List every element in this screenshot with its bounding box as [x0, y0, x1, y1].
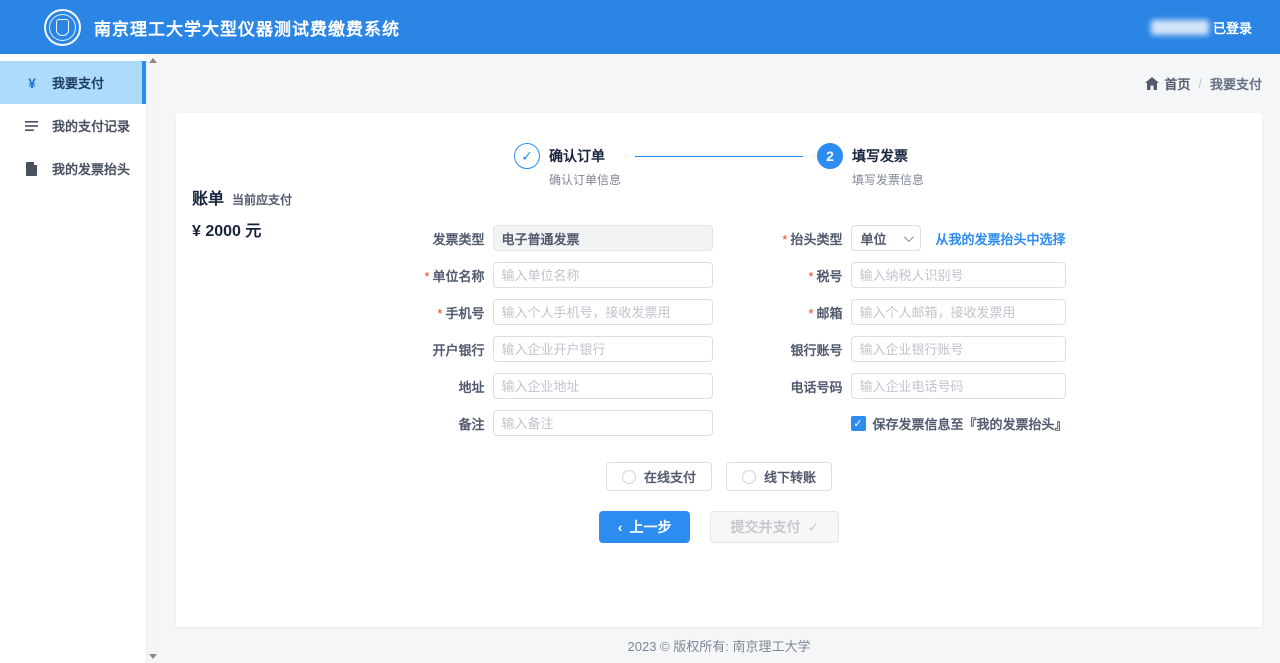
select-value: 单位 — [861, 229, 887, 248]
university-seal-logo — [44, 9, 81, 46]
scroll-up-arrow[interactable] — [149, 58, 157, 63]
invoice-type-field — [493, 225, 713, 251]
invoice-form: 发票类型 *抬头类型 单位 从我的发票抬头中选择 — [176, 225, 1262, 436]
bill-amount: ¥ 2000 元 — [192, 217, 292, 241]
remarks-label: 备注 — [373, 414, 493, 433]
telephone-label: 电话号码 — [753, 377, 851, 396]
address-label: 地址 — [373, 377, 493, 396]
step-subtitle: 填写发票信息 — [852, 171, 924, 188]
online-payment-radio[interactable]: 在线支付 — [606, 462, 712, 491]
phone-field[interactable] — [493, 299, 713, 325]
chevron-left-icon: ‹ — [618, 519, 623, 535]
main-content: 首页 / 我要支付 ✓ 确认订单 确认订单信息 — [158, 54, 1280, 663]
pick-from-headers-link[interactable]: 从我的发票抬头中选择 — [935, 229, 1065, 248]
redacted-username — [1151, 20, 1209, 35]
yen-icon: ¥ — [24, 75, 40, 91]
logo-emblem — [56, 19, 69, 36]
sidebar-item-pay[interactable]: ¥ 我要支付 — [0, 61, 146, 104]
previous-step-button[interactable]: ‹ 上一步 — [599, 511, 691, 543]
submit-and-pay-button[interactable]: 提交并支付 ✓ — [710, 511, 839, 543]
document-icon — [24, 162, 40, 176]
header-user-area: 已登录 — [1151, 18, 1252, 37]
scroll-down-arrow[interactable] — [149, 654, 157, 659]
payment-method-options: 在线支付 线下转账 — [176, 462, 1262, 491]
invoice-type-label: 发票类型 — [373, 229, 493, 248]
chevron-down-icon — [904, 232, 914, 242]
sidebar-scrollbar[interactable] — [146, 54, 158, 663]
bank-name-label: 开户银行 — [373, 340, 493, 359]
email-field[interactable] — [851, 299, 1066, 325]
check-icon: ✓ — [807, 519, 819, 536]
save-invoice-checkbox[interactable]: ✓ — [851, 416, 866, 431]
list-icon — [24, 120, 40, 132]
required-mark: * — [782, 232, 787, 247]
company-name-field[interactable] — [493, 262, 713, 288]
step-confirm-order: ✓ 确认订单 确认订单信息 — [514, 143, 621, 188]
radio-label: 线下转账 — [764, 467, 816, 486]
logo-inner-ring — [49, 14, 76, 41]
sidebar-item-label: 我要支付 — [52, 73, 104, 92]
offline-transfer-radio[interactable]: 线下转账 — [726, 462, 832, 491]
email-label: *邮箱 — [753, 303, 851, 322]
breadcrumb-separator: / — [1198, 76, 1202, 91]
bank-account-label: 银行账号 — [753, 340, 851, 359]
bank-account-field[interactable] — [851, 336, 1066, 362]
sidebar-item-label: 我的支付记录 — [52, 116, 130, 135]
step-fill-invoice: 2 填写发票 填写发票信息 — [817, 143, 924, 188]
sidebar-item-invoice-headers[interactable]: 我的发票抬头 — [0, 147, 146, 190]
step-number: 2 — [817, 143, 843, 169]
breadcrumb-current: 我要支付 — [1210, 74, 1262, 93]
radio-icon — [622, 470, 636, 484]
header-type-select[interactable]: 单位 — [851, 225, 922, 251]
phone-label: *手机号 — [373, 303, 493, 322]
sidebar-item-payment-records[interactable]: 我的支付记录 — [0, 104, 146, 147]
top-header: 南京理工大学大型仪器测试费缴费系统 已登录 — [0, 0, 1280, 54]
step-title: 确认订单 — [549, 143, 621, 169]
radio-icon — [742, 470, 756, 484]
breadcrumb-bar: 首页 / 我要支付 — [176, 54, 1262, 113]
required-mark: * — [808, 269, 813, 284]
tax-number-field[interactable] — [851, 262, 1066, 288]
form-row: 开户银行 银行账号 — [176, 336, 1262, 362]
remarks-field[interactable] — [493, 410, 713, 436]
radio-label: 在线支付 — [644, 467, 696, 486]
form-row: 地址 电话号码 — [176, 373, 1262, 399]
step-done-check-icon: ✓ — [514, 143, 540, 169]
breadcrumb-home[interactable]: 首页 — [1164, 74, 1190, 93]
tax-number-label: *税号 — [753, 266, 851, 285]
form-row: *手机号 *邮箱 — [176, 299, 1262, 325]
stepper-connector — [635, 156, 803, 157]
app-title: 南京理工大学大型仪器测试费缴费系统 — [94, 15, 400, 40]
copyright-footer: 2023 © 版权所有: 南京理工大学 — [176, 627, 1262, 663]
form-row: 备注 ✓ 保存发票信息至『我的发票抬头』 — [176, 410, 1262, 436]
save-invoice-checkbox-label: 保存发票信息至『我的发票抬头』 — [873, 414, 1068, 433]
required-mark: * — [808, 306, 813, 321]
company-name-label: *单位名称 — [373, 266, 493, 285]
breadcrumb: 首页 / 我要支付 — [1145, 74, 1262, 93]
bill-summary: 账单 当前应支付 ¥ 2000 元 — [192, 185, 292, 241]
telephone-field[interactable] — [851, 373, 1066, 399]
form-row: *单位名称 *税号 — [176, 262, 1262, 288]
form-actions: ‹ 上一步 提交并支付 ✓ — [176, 511, 1262, 543]
form-row: 发票类型 *抬头类型 单位 从我的发票抬头中选择 — [176, 225, 1262, 251]
required-mark: * — [437, 306, 442, 321]
stepper: ✓ 确认订单 确认订单信息 2 填写发票 填写发票信息 — [176, 113, 1262, 188]
step-subtitle: 确认订单信息 — [549, 171, 621, 188]
login-status-text: 已登录 — [1213, 18, 1252, 37]
invoice-form-card: ✓ 确认订单 确认订单信息 2 填写发票 填写发票信息 — [176, 113, 1262, 627]
home-icon — [1145, 77, 1159, 90]
header-type-label: *抬头类型 — [753, 229, 851, 248]
address-field[interactable] — [493, 373, 713, 399]
bank-name-field[interactable] — [493, 336, 713, 362]
bill-subtitle: 当前应支付 — [232, 191, 292, 208]
bill-title: 账单 — [192, 185, 224, 209]
sidebar-nav: ¥ 我要支付 我的支付记录 我的发票抬头 — [0, 54, 146, 663]
sidebar-item-label: 我的发票抬头 — [52, 159, 130, 178]
app-window: 南京理工大学大型仪器测试费缴费系统 已登录 ¥ 我要支付 我的支付记录 — [0, 0, 1280, 663]
step-title: 填写发票 — [852, 143, 924, 169]
required-mark: * — [424, 269, 429, 284]
